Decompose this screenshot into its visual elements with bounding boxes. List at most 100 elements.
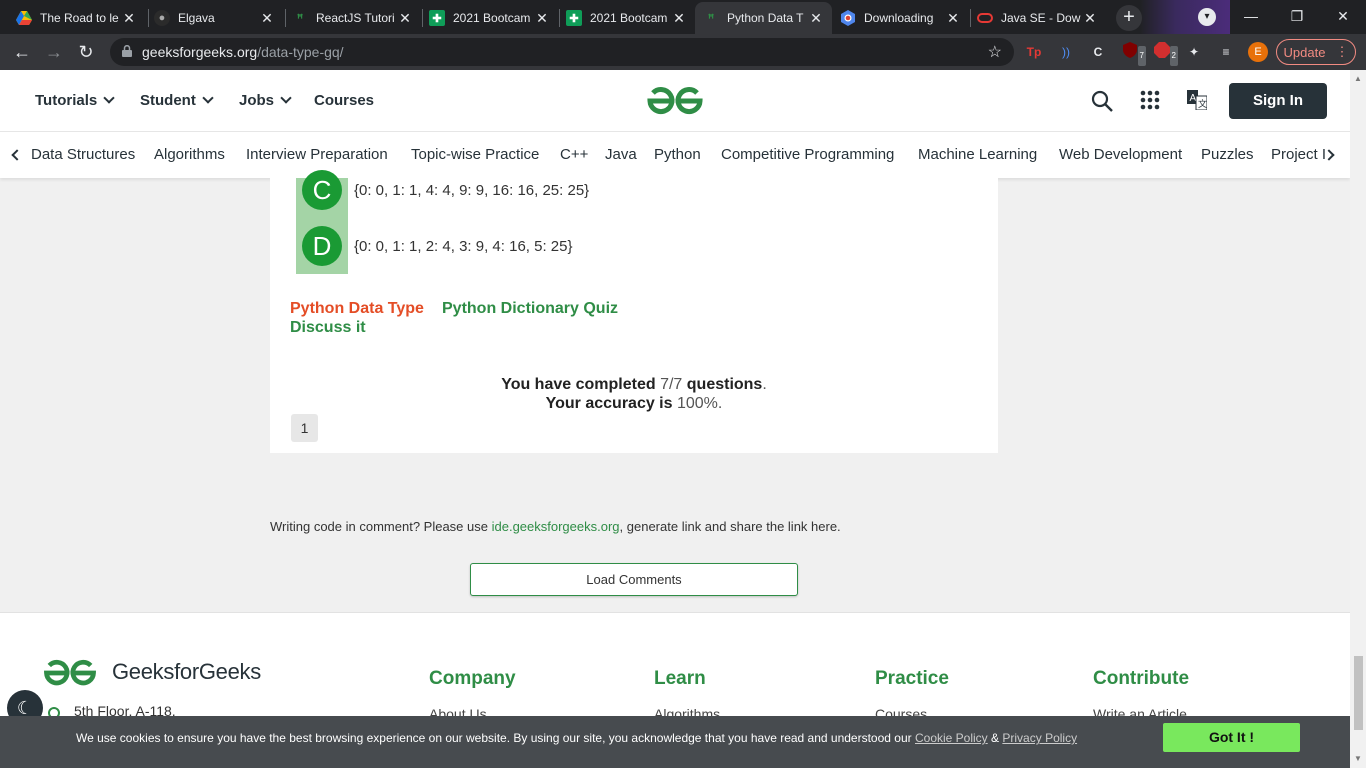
- tag-python-dictionary-quiz[interactable]: Python Dictionary Quiz: [442, 300, 618, 318]
- gfg-footer-logo[interactable]: [40, 657, 100, 689]
- browser-tab[interactable]: ● Elgava ✕: [146, 2, 283, 34]
- tab-title: ReactJS Tutori: [316, 11, 395, 25]
- cookie-text: We use cookies to ensure you have the be…: [76, 731, 1078, 745]
- gfg-icon: ꟸ: [707, 12, 715, 25]
- subnav-item[interactable]: Web Development: [1059, 146, 1182, 163]
- gfg-logo[interactable]: [646, 84, 704, 118]
- restore-button[interactable]: ❐: [1274, 0, 1320, 34]
- pagination-page[interactable]: 1: [291, 414, 318, 442]
- browser-toolbar: ← → ↻ geeksforgeeks.org/data-type-gq/ ☆ …: [0, 34, 1366, 70]
- subnav-item[interactable]: Competitive Programming: [721, 146, 894, 163]
- close-tab-icon[interactable]: ✕: [397, 10, 413, 27]
- extension-tp-icon[interactable]: Tp: [1024, 42, 1044, 62]
- subnav-item[interactable]: Java: [605, 146, 637, 163]
- profile-avatar[interactable]: E: [1248, 42, 1268, 62]
- scroll-right-icon[interactable]: [1323, 149, 1335, 161]
- url-text: geeksforgeeks.org/data-type-gq/: [142, 44, 344, 60]
- option-c-badge[interactable]: C: [302, 170, 342, 210]
- menu-tutorials[interactable]: Tutorials: [35, 92, 115, 109]
- menu-courses[interactable]: Courses: [314, 92, 374, 109]
- subnav-item[interactable]: C++: [560, 146, 588, 163]
- tag-python-data-type[interactable]: Python Data Type: [290, 300, 424, 318]
- cookie-policy-link[interactable]: Cookie Policy: [915, 731, 988, 745]
- option-d-badge[interactable]: D: [302, 226, 342, 266]
- search-icon[interactable]: [1091, 90, 1113, 112]
- extension-dark-reader-icon[interactable]: C: [1088, 42, 1108, 62]
- comment-note: Writing code in comment? Please use ide.…: [270, 519, 841, 534]
- browser-tab[interactable]: ✚ 2021 Bootcam ✕: [558, 2, 695, 34]
- svg-text:文: 文: [1198, 98, 1207, 109]
- browser-tab[interactable]: The Road to le ✕: [8, 2, 145, 34]
- sign-in-button[interactable]: Sign In: [1229, 83, 1327, 119]
- minimize-button[interactable]: —: [1228, 0, 1274, 34]
- subnav-item[interactable]: Python: [654, 146, 701, 163]
- footer-brand: GeeksforGeeks: [112, 659, 261, 684]
- browser-tab[interactable]: Java SE - Dow ✕: [969, 2, 1106, 34]
- close-window-button[interactable]: ✕: [1320, 0, 1366, 34]
- ublock-icon[interactable]: 7: [1120, 42, 1146, 66]
- reload-button[interactable]: ↻: [74, 40, 98, 64]
- footer-learn-title: Learn: [654, 668, 706, 689]
- close-tab-icon[interactable]: ✕: [259, 10, 275, 27]
- discuss-link[interactable]: Discuss it: [290, 319, 366, 337]
- translate-icon[interactable]: A文: [1187, 90, 1207, 110]
- got-it-button[interactable]: Got It !: [1163, 723, 1300, 752]
- tab-title: Java SE - Dow: [1001, 11, 1081, 25]
- apps-grid-icon[interactable]: [1140, 90, 1160, 110]
- tab-bar-background: [1140, 0, 1230, 34]
- privacy-policy-link[interactable]: Privacy Policy: [1002, 731, 1077, 745]
- subnav-item[interactable]: Algorithms: [154, 146, 225, 163]
- subnav-item[interactable]: Puzzles: [1201, 146, 1254, 163]
- new-tab-button[interactable]: +: [1116, 5, 1142, 31]
- github-icon: ●: [154, 10, 170, 26]
- menu-student[interactable]: Student: [140, 92, 214, 109]
- scroll-thumb[interactable]: [1354, 656, 1363, 730]
- ublock-badge: 7: [1137, 46, 1146, 66]
- browser-tab[interactable]: ꟸ ReactJS Tutori ✕: [284, 2, 421, 34]
- browser-tab-active[interactable]: ꟸ Python Data T ✕: [695, 2, 832, 34]
- tab-title: Python Data T: [727, 11, 804, 25]
- scroll-up-arrow-icon[interactable]: ▲: [1354, 74, 1362, 83]
- subnav-item[interactable]: Topic-wise Practice: [411, 146, 539, 163]
- tab-title: 2021 Bootcam: [590, 11, 668, 25]
- tab-search-icon[interactable]: ▾: [1198, 8, 1216, 26]
- subnav-item[interactable]: Project Id: [1271, 146, 1325, 163]
- close-tab-icon[interactable]: ✕: [945, 10, 961, 27]
- page-scrollbar[interactable]: ▲ ▼: [1350, 70, 1366, 768]
- close-tab-icon[interactable]: ✕: [534, 10, 550, 27]
- reading-list-icon[interactable]: ≡: [1216, 42, 1236, 62]
- browser-tab[interactable]: Downloading ✕: [832, 2, 969, 34]
- close-tab-icon[interactable]: ✕: [121, 10, 137, 27]
- google-sheets-icon: ✚: [566, 10, 582, 26]
- google-drive-icon: [16, 10, 32, 26]
- site-header: Tutorials Student Jobs Courses A文 Sign I…: [0, 70, 1350, 132]
- extension-audio-icon[interactable]: )): [1056, 42, 1076, 62]
- forward-button[interactable]: →: [42, 40, 66, 64]
- completion-summary: You have completed 7/7 questions.: [501, 376, 767, 393]
- update-label: Update: [1283, 44, 1326, 60]
- subnav-item[interactable]: Machine Learning: [918, 146, 1037, 163]
- update-button[interactable]: Update ⋮: [1276, 39, 1356, 65]
- menu-label: Student: [140, 92, 196, 109]
- bookmark-star-icon[interactable]: ☆: [988, 42, 1002, 62]
- close-tab-icon[interactable]: ✕: [808, 10, 824, 27]
- subnav-item[interactable]: Interview Preparation: [246, 146, 388, 163]
- scroll-left-icon[interactable]: [11, 149, 23, 161]
- answer-highlight: C D: [296, 170, 348, 274]
- browser-tab[interactable]: ✚ 2021 Bootcam ✕: [421, 2, 558, 34]
- back-button[interactable]: ←: [10, 40, 34, 64]
- google-sheets-icon: ✚: [429, 10, 445, 26]
- option-d-text: {0: 0, 1: 1, 2: 4, 3: 9, 4: 16, 5: 25}: [354, 238, 573, 255]
- extensions-puzzle-icon[interactable]: ✦: [1184, 42, 1204, 62]
- load-comments-button[interactable]: Load Comments: [470, 563, 798, 596]
- close-tab-icon[interactable]: ✕: [1082, 10, 1098, 27]
- footer-contribute-title: Contribute: [1093, 668, 1190, 689]
- subnav-item[interactable]: Data Structures: [31, 146, 135, 163]
- accuracy-summary: Your accuracy is 100%.: [545, 395, 723, 412]
- address-bar[interactable]: geeksforgeeks.org/data-type-gq/ ☆: [110, 38, 1014, 66]
- menu-jobs[interactable]: Jobs: [239, 92, 292, 109]
- close-tab-icon[interactable]: ✕: [671, 10, 687, 27]
- ide-link[interactable]: ide.geeksforgeeks.org: [492, 519, 620, 534]
- scroll-down-arrow-icon[interactable]: ▼: [1354, 754, 1362, 763]
- adblock-plus-icon[interactable]: 2: [1152, 42, 1178, 66]
